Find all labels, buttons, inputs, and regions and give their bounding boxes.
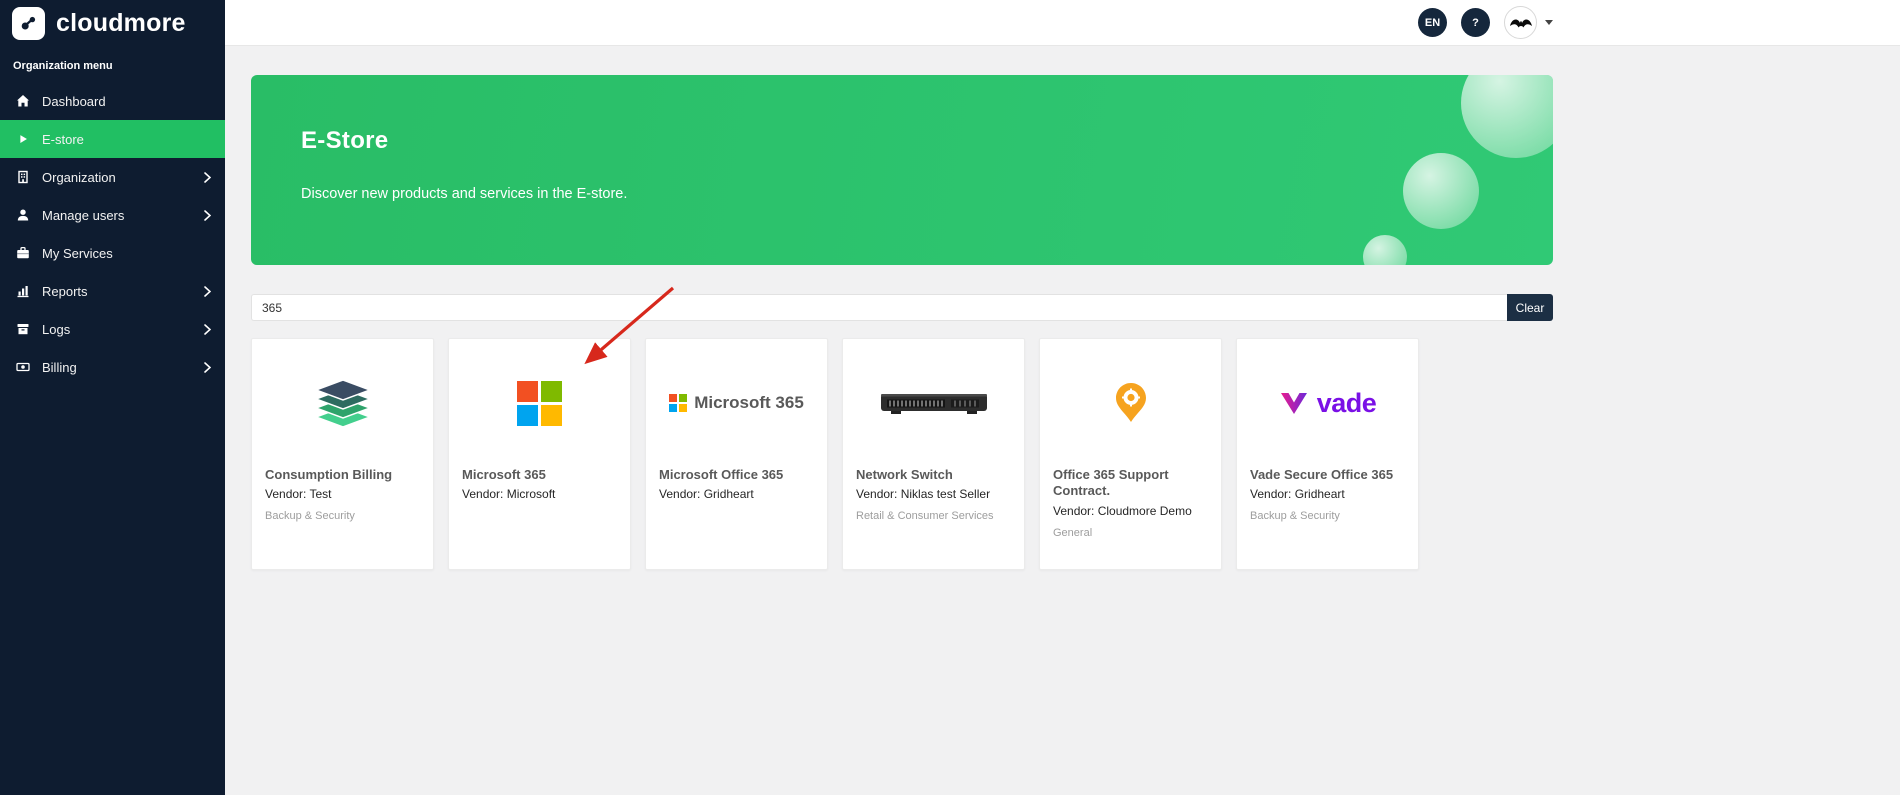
product-title: Microsoft 365 — [462, 467, 617, 483]
product-vendor: Vendor: Test — [265, 487, 420, 501]
vade-logo-text: vade — [1317, 388, 1377, 419]
product-category: Backup & Security — [265, 510, 420, 522]
sidebar-item-dashboard[interactable]: Dashboard — [0, 82, 225, 120]
product-vendor: Vendor: Gridheart — [1250, 487, 1405, 501]
sidebar-section-label: Organization menu — [0, 46, 225, 82]
decorative-circle — [1363, 235, 1407, 265]
product-title: Network Switch — [856, 467, 1011, 483]
product-category: General — [1053, 527, 1208, 539]
chevron-right-icon — [204, 362, 211, 373]
page-subtitle: Discover new products and services in th… — [301, 186, 1553, 202]
avatar — [1504, 6, 1537, 39]
brand-name: cloudmore — [56, 9, 186, 38]
product-card-office-365-support[interactable]: Office 365 Support Contract. Vendor: Clo… — [1039, 338, 1222, 570]
product-title: Microsoft Office 365 — [659, 467, 814, 483]
chevron-right-icon — [204, 172, 211, 183]
search-input[interactable] — [251, 294, 1507, 321]
sidebar-item-label: Logs — [42, 322, 193, 337]
hero-banner: E-Store Discover new products and servic… — [251, 75, 1553, 265]
product-category: Retail & Consumer Services — [856, 510, 1011, 522]
bar-chart-icon — [14, 283, 31, 299]
sidebar-item-reports[interactable]: Reports — [0, 272, 225, 310]
cloudmore-logo-icon — [12, 7, 45, 40]
product-vendor: Vendor: Gridheart — [659, 487, 814, 501]
chevron-right-icon — [204, 324, 211, 335]
chevron-right-icon — [204, 210, 211, 221]
decorative-circle — [1403, 153, 1479, 229]
product-card-network-switch[interactable]: Network Switch Vendor: Niklas test Selle… — [842, 338, 1025, 570]
sidebar-item-label: Dashboard — [42, 94, 211, 109]
network-switch-image — [843, 339, 1024, 467]
support-badge-icon — [1040, 339, 1221, 467]
microsoft-365-logo-text: Microsoft 365 — [694, 393, 804, 413]
briefcase-icon — [14, 245, 31, 261]
product-title: Office 365 Support Contract. — [1053, 467, 1208, 500]
main-content: E-Store Discover new products and servic… — [225, 46, 1900, 795]
sidebar-item-manage-users[interactable]: Manage users — [0, 196, 225, 234]
product-card-consumption-billing[interactable]: Consumption Billing Vendor: Test Backup … — [251, 338, 434, 570]
archive-icon — [14, 321, 31, 337]
product-title: Consumption Billing — [265, 467, 420, 483]
sidebar-item-label: Reports — [42, 284, 193, 299]
page-title: E-Store — [301, 127, 1553, 155]
sidebar-item-label: Billing — [42, 360, 193, 375]
product-grid: Consumption Billing Vendor: Test Backup … — [251, 338, 1553, 570]
topbar: EN ? — [225, 0, 1900, 46]
sidebar-item-label: Manage users — [42, 208, 193, 223]
brand-logo[interactable]: cloudmore — [0, 0, 225, 46]
clear-button[interactable]: Clear — [1507, 294, 1553, 321]
play-icon — [14, 132, 31, 146]
user-icon — [14, 207, 31, 223]
microsoft-logo-icon — [449, 339, 630, 467]
home-icon — [14, 93, 31, 109]
vade-logo: vade — [1237, 339, 1418, 467]
layers-icon — [252, 339, 433, 467]
sidebar-item-label: My Services — [42, 246, 211, 261]
sidebar-item-label: E-store — [42, 132, 211, 147]
product-vendor: Vendor: Niklas test Seller — [856, 487, 1011, 501]
sidebar-item-my-services[interactable]: My Services — [0, 234, 225, 272]
chevron-down-icon — [1545, 20, 1553, 25]
microsoft-365-logo: Microsoft 365 — [646, 339, 827, 467]
product-title: Vade Secure Office 365 — [1250, 467, 1405, 483]
product-card-microsoft-365[interactable]: Microsoft 365 Vendor: Microsoft — [448, 338, 631, 570]
product-card-vade-secure[interactable]: vade Vade Secure Office 365 Vendor: Grid… — [1236, 338, 1419, 570]
building-icon — [14, 169, 31, 185]
user-menu[interactable] — [1504, 6, 1553, 39]
product-category: Backup & Security — [1250, 510, 1405, 522]
sidebar-item-logs[interactable]: Logs — [0, 310, 225, 348]
banknote-icon — [14, 359, 31, 375]
language-button[interactable]: EN — [1418, 8, 1447, 37]
sidebar-nav: Dashboard E-store Organization — [0, 82, 225, 386]
search-bar: Clear — [251, 294, 1553, 321]
sidebar-item-billing[interactable]: Billing — [0, 348, 225, 386]
product-vendor: Vendor: Cloudmore Demo — [1053, 504, 1208, 518]
product-card-microsoft-office-365[interactable]: Microsoft 365 Microsoft Office 365 Vendo… — [645, 338, 828, 570]
sidebar-item-estore[interactable]: E-store — [0, 120, 225, 158]
sidebar-item-organization[interactable]: Organization — [0, 158, 225, 196]
sidebar-item-label: Organization — [42, 170, 193, 185]
chevron-right-icon — [204, 286, 211, 297]
help-button[interactable]: ? — [1461, 8, 1490, 37]
product-vendor: Vendor: Microsoft — [462, 487, 617, 501]
sidebar: cloudmore Organization menu Dashboard E-… — [0, 0, 225, 795]
